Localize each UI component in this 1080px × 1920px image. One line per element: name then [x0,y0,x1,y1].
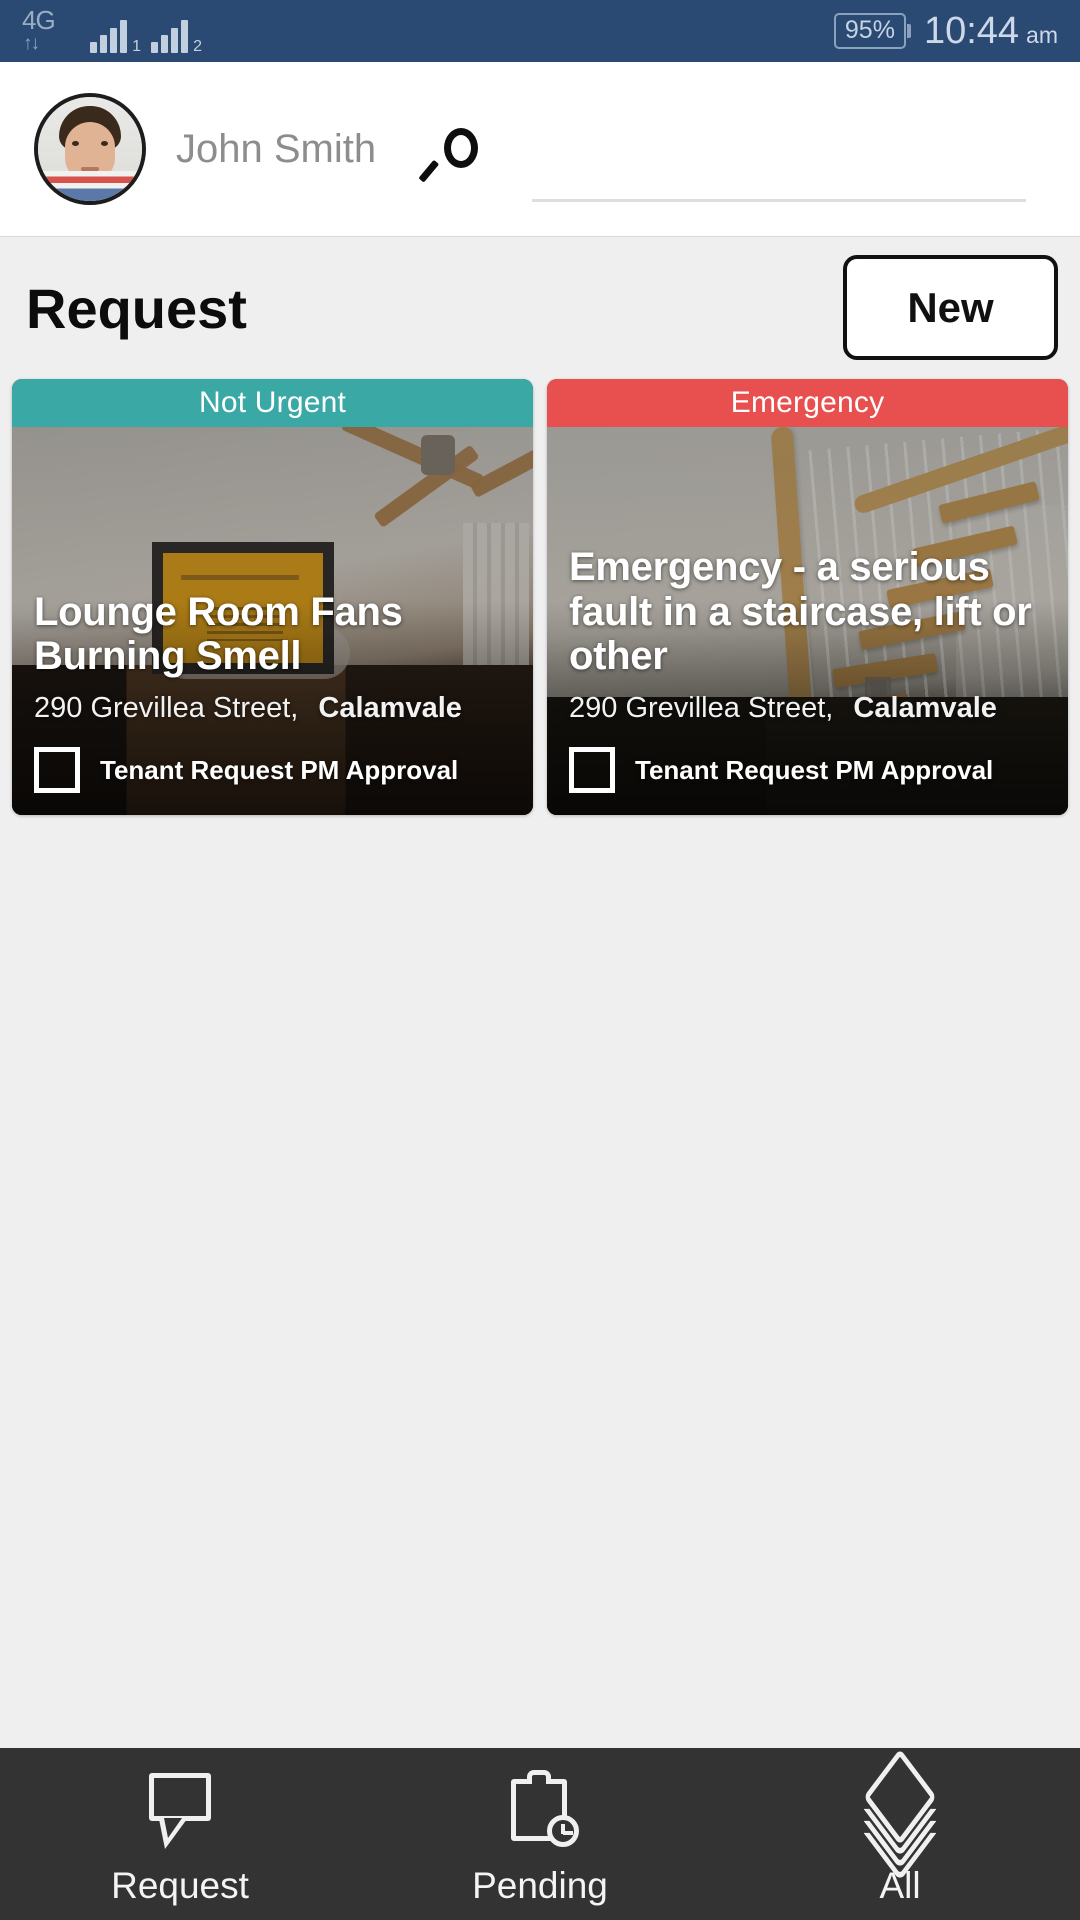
approval-label: Tenant Request PM Approval [100,754,459,785]
nav-label-pending: Pending [472,1864,608,1906]
card-text-overlay: Emergency - a serious fault in a stairca… [547,545,1068,815]
request-card[interactable]: Not Urgent Lounge Room Fans Burning Smel… [12,379,533,815]
approval-row: Tenant Request PM Approval [569,747,1046,793]
page-title-row: Request New [0,237,1080,379]
data-transfer-arrows-icon: ↑↓ [23,33,40,54]
approval-label: Tenant Request PM Approval [635,754,994,785]
status-bar: 4G ↑↓ 1 2 95% 10:44 am [0,0,1080,62]
nav-item-request[interactable]: Request [0,1748,360,1920]
nav-label-request: Request [111,1864,249,1906]
search-input[interactable] [532,154,1026,202]
approval-row: Tenant Request PM Approval [34,747,511,793]
search-field [532,154,1026,202]
address-suburb: Calamvale [318,692,462,725]
request-title: Lounge Room Fans Burning Smell [34,589,403,679]
request-address: 290 Grevillea Street, Calamvale [34,692,511,725]
approval-checkbox[interactable] [34,747,80,793]
clock-ampm: am [1026,22,1058,48]
nav-item-all[interactable]: All [720,1748,1080,1920]
nav-item-pending[interactable]: Pending [360,1748,720,1920]
request-title: Emergency - a serious fault in a stairca… [569,544,1032,679]
address-street: 290 Grevillea Street, [569,692,834,725]
app-header: John Smith [0,62,1080,237]
sim1-subscript: 1 [132,38,141,55]
battery-indicator: 95% [833,13,912,49]
status-bar-left: 4G ↑↓ 1 2 [22,5,202,55]
network-type-label: 4G [22,5,56,35]
user-name: John Smith [176,126,377,171]
signal-strength-sim2-icon: 2 [151,19,202,55]
page-title: Request [26,276,247,340]
ceiling-fan-icon [421,435,455,475]
request-card-list: Not Urgent Lounge Room Fans Burning Smel… [0,379,1080,815]
address-suburb: Calamvale [853,692,997,725]
request-address: 290 Grevillea Street, Calamvale [569,692,1046,725]
address-street: 290 Grevillea Street, [34,692,299,725]
card-text-overlay: Lounge Room Fans Burning Smell 290 Grevi… [12,590,533,815]
status-bar-clock: 10:44 am [924,12,1058,50]
status-bar-right: 95% 10:44 am [833,0,1058,62]
avatar[interactable] [34,93,146,205]
signal-strength-sim1-icon: 1 [90,19,141,55]
card-body: Lounge Room Fans Burning Smell 290 Grevi… [12,427,533,815]
card-body: Emergency - a serious fault in a stairca… [547,427,1068,815]
speech-bubble-icon [137,1765,223,1851]
request-card[interactable]: Emergency Emergency - a serious fault in… [547,379,1068,815]
search-icon[interactable] [418,118,488,183]
network-indicator: 4G ↑↓ [22,5,80,54]
urgency-badge: Not Urgent [12,379,533,427]
sim2-subscript: 2 [193,38,202,55]
layers-stack-icon [857,1748,943,1881]
clock-time: 10:44 [923,10,1020,52]
approval-checkbox[interactable] [569,747,615,793]
new-request-button[interactable]: New [843,255,1058,360]
clipboard-clock-icon [497,1765,583,1851]
urgency-badge: Emergency [547,379,1068,427]
bottom-navigation-bar: Request Pending All [0,1748,1080,1920]
